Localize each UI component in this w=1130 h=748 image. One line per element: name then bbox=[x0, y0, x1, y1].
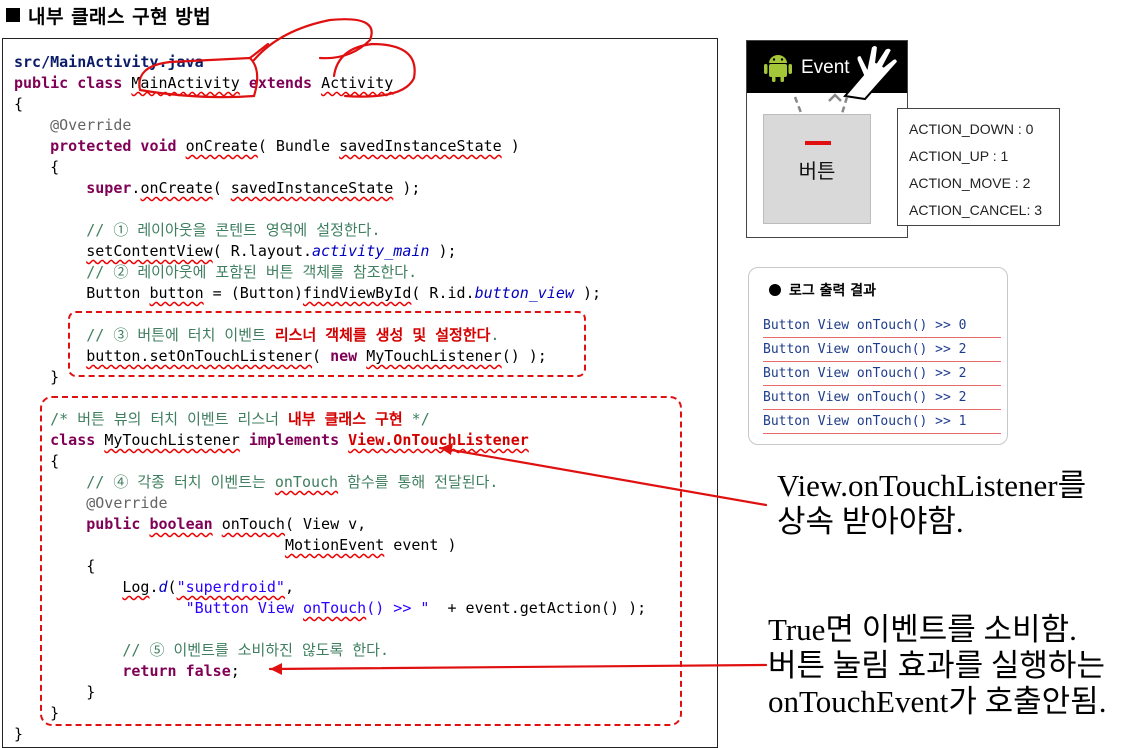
code-line: } bbox=[14, 724, 23, 745]
code-token: ( Bundle bbox=[257, 137, 340, 155]
code-token: savedInstanceState bbox=[339, 137, 502, 155]
action-codes-box: ACTION_DOWN : 0 ACTION_UP : 1 ACTION_MOVE … bbox=[897, 108, 1060, 226]
inner-class-highlight bbox=[40, 396, 682, 726]
code-token: // ② 레이아웃에 포함된 버튼 객체를 참조한다. bbox=[14, 263, 418, 281]
code-token: button bbox=[149, 284, 204, 302]
note-line: True면 이벤트를 소비함. bbox=[768, 612, 1077, 647]
code-token: ( R.layout. bbox=[212, 242, 313, 260]
log-title-text: 로그 출력 결과 bbox=[789, 283, 877, 299]
inheritance-note: View.onTouchListener를 상속 받아야함. bbox=[777, 468, 1086, 540]
code-token: findViewById bbox=[303, 284, 412, 302]
log-line: Button View onTouch() >> 2 bbox=[763, 387, 1001, 410]
return-value-note: True면 이벤트를 소비함. 버튼 눌림 효과를 실행하는 onTouchEven… bbox=[768, 612, 1106, 720]
code-token: Activity bbox=[321, 74, 394, 92]
code-line: super.onCreate( savedInstanceState ); bbox=[14, 178, 420, 199]
code-line: { bbox=[14, 94, 23, 115]
code-token: // ① 레이아웃을 콘텐트 영역에 설정한다. bbox=[14, 221, 381, 239]
code-token: savedInstanceState bbox=[230, 179, 394, 197]
code-token: src/MainActivity.java bbox=[14, 53, 204, 71]
code-token: ( R.id. bbox=[411, 284, 475, 302]
code-token: setContentView bbox=[86, 242, 213, 260]
log-line: Button View onTouch() >> 2 bbox=[763, 363, 1001, 386]
code-token: super bbox=[86, 179, 132, 197]
action-code-item: ACTION_UP : 1 bbox=[909, 148, 1009, 164]
section-heading: 내부 클래스 구현 방법 bbox=[6, 2, 211, 29]
emulator-action-bar: Event bbox=[747, 41, 907, 101]
code-token: ) bbox=[501, 137, 520, 155]
note-line: 버튼 눌림 효과를 실행하는 bbox=[768, 648, 1105, 683]
code-token: MainActivity bbox=[131, 74, 240, 92]
code-token: activity_main bbox=[312, 242, 430, 260]
note-line: 상속 받아야함. bbox=[777, 504, 964, 539]
code-token: protected void bbox=[50, 137, 177, 155]
code-line: // ② 레이아웃에 포함된 버튼 객체를 참조한다. bbox=[14, 262, 417, 283]
action-code-item: ACTION_MOVE : 2 bbox=[909, 175, 1031, 191]
press-marker bbox=[805, 141, 831, 145]
heading-text: 내부 클래스 구현 방법 bbox=[28, 6, 212, 28]
bullet-icon bbox=[769, 284, 781, 296]
log-line: Button View onTouch() >> 0 bbox=[763, 315, 1001, 338]
code-token: Button bbox=[14, 284, 150, 302]
code-line: public class MainActivity extends Activi… bbox=[14, 73, 393, 94]
code-token: } bbox=[14, 725, 24, 743]
code-token: button_view bbox=[474, 284, 574, 302]
code-token: ( bbox=[212, 179, 231, 197]
action-code-item: ACTION_CANCEL: 3 bbox=[909, 202, 1043, 218]
code-line: setContentView( R.layout.activity_main )… bbox=[14, 241, 457, 262]
log-output-card: 로그 출력 결과 Button View onTouch() >> 0 Butto… bbox=[748, 267, 1008, 445]
code-line: } bbox=[14, 367, 59, 388]
code-token: = (Button) bbox=[203, 284, 303, 302]
code-token: ); bbox=[393, 179, 421, 197]
code-line: { bbox=[14, 157, 59, 178]
event-button-label: 버튼 bbox=[798, 158, 836, 183]
log-title: 로그 출력 결과 bbox=[769, 280, 876, 300]
code-token: onCreate bbox=[140, 179, 213, 197]
code-token: onCreate bbox=[185, 137, 258, 155]
code-token: ); bbox=[573, 284, 602, 302]
code-token: extends bbox=[248, 74, 313, 92]
code-line: protected void onCreate( Bundle savedIns… bbox=[14, 136, 520, 157]
code-token: @Override bbox=[14, 116, 132, 134]
code-line: Button button = (Button)findViewById( R.… bbox=[14, 283, 601, 304]
code-token: } bbox=[14, 368, 60, 386]
code-line: // ① 레이아웃을 콘텐트 영역에 설정한다. bbox=[14, 220, 381, 241]
action-code-item: ACTION_DOWN : 0 bbox=[909, 121, 1034, 137]
log-line: Button View onTouch() >> 2 bbox=[763, 339, 1001, 362]
code-token: public class bbox=[14, 74, 132, 92]
code-token: ); bbox=[429, 242, 457, 260]
log-line: Button View onTouch() >> 1 bbox=[763, 411, 1001, 434]
square-bullet-icon bbox=[6, 8, 20, 22]
listener-setup-highlight bbox=[68, 311, 586, 377]
event-button[interactable]: 버튼 bbox=[763, 114, 871, 224]
android-icon bbox=[764, 55, 792, 82]
code-token: { bbox=[14, 95, 24, 113]
emulator-preview: Event 버튼 bbox=[746, 40, 908, 238]
code-line: @Override bbox=[14, 115, 131, 136]
code-token: { bbox=[14, 158, 60, 176]
note-line: onTouchEvent가 호출안됨. bbox=[768, 684, 1107, 719]
code-line: src/MainActivity.java bbox=[14, 52, 204, 73]
note-line: View.onTouchListener를 bbox=[777, 468, 1087, 503]
